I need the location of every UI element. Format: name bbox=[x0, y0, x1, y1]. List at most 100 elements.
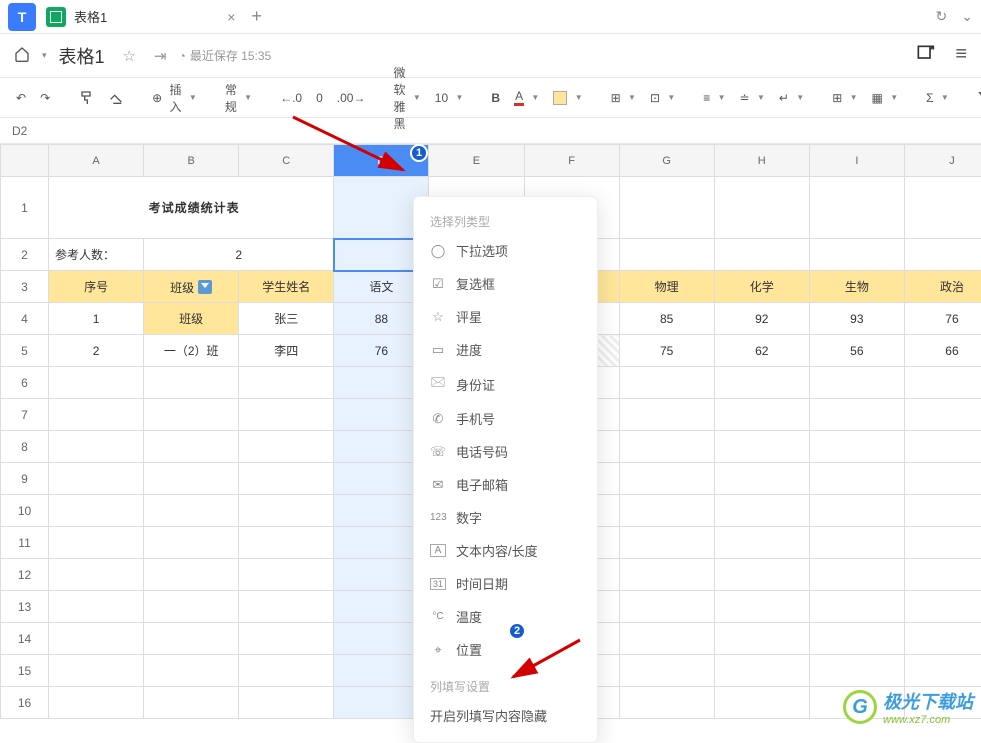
cell-H4[interactable]: 92 bbox=[714, 303, 809, 335]
row-num-4[interactable]: 4 bbox=[1, 303, 49, 335]
col-header-I[interactable]: I bbox=[809, 145, 904, 177]
tab-close-button[interactable]: × bbox=[227, 9, 235, 25]
cell-G4[interactable]: 85 bbox=[619, 303, 714, 335]
wrap-button[interactable]: ↵ ▼ bbox=[775, 89, 808, 107]
location-icon: ⌖ bbox=[430, 642, 446, 658]
hdr-name[interactable]: 学生姓名 bbox=[239, 271, 334, 303]
doc-name[interactable]: 表格1 bbox=[59, 43, 105, 69]
star-icon[interactable]: ☆ bbox=[123, 47, 136, 65]
filter-button[interactable]: ▼ bbox=[973, 88, 981, 108]
caret-down-icon[interactable]: ⌄ bbox=[961, 8, 973, 25]
col-header-H[interactable]: H bbox=[714, 145, 809, 177]
phone-icon: ☏ bbox=[430, 444, 446, 460]
col-header-A[interactable]: A bbox=[49, 145, 144, 177]
cell-A5[interactable]: 2 bbox=[49, 335, 144, 367]
sum-button[interactable]: Σ ▼ bbox=[922, 89, 953, 107]
cell-I5[interactable]: 56 bbox=[809, 335, 904, 367]
clear-format-button[interactable] bbox=[104, 88, 128, 108]
dropdown-select-icon: ◯ bbox=[430, 243, 446, 259]
menu-item-number[interactable]: 123数字 bbox=[414, 501, 597, 534]
decimal-increase[interactable]: .00→ bbox=[333, 89, 370, 107]
cell-B2[interactable]: 2 bbox=[144, 239, 334, 271]
menu-item-hide-content[interactable]: 开启列填写内容隐藏 bbox=[414, 699, 597, 732]
col-header-J[interactable]: J bbox=[904, 145, 981, 177]
border-button[interactable]: ⊞ ▼ bbox=[607, 89, 640, 107]
hamburger-menu-icon[interactable]: ≡ bbox=[955, 43, 967, 68]
number-format-select[interactable]: 常规 ▼ bbox=[221, 79, 256, 117]
filter-icon[interactable] bbox=[198, 280, 212, 294]
menu-item-text[interactable]: A文本内容/长度 bbox=[414, 534, 597, 567]
menu-item-checkbox[interactable]: ☑复选框 bbox=[414, 267, 597, 300]
menu-item-rating[interactable]: ☆评星 bbox=[414, 300, 597, 333]
cell-A4[interactable]: 1 bbox=[49, 303, 144, 335]
menu-item-dropdown-select[interactable]: ◯下拉选项 bbox=[414, 234, 597, 267]
hdr-seq[interactable]: 序号 bbox=[49, 271, 144, 303]
hdr-chemistry[interactable]: 化学 bbox=[714, 271, 809, 303]
cell-H5[interactable]: 62 bbox=[714, 335, 809, 367]
menu-item-mobile[interactable]: ✆手机号 bbox=[414, 402, 597, 435]
watermark-text-1: 极光下载站 bbox=[883, 688, 973, 714]
merge-button[interactable]: ⊡ ▼ bbox=[646, 89, 679, 107]
tab-title[interactable]: 表格1 bbox=[74, 7, 107, 26]
cell-C5[interactable]: 李四 bbox=[239, 335, 334, 367]
home-icon[interactable] bbox=[14, 46, 30, 65]
sheet-doc-icon bbox=[46, 7, 66, 27]
select-all-corner[interactable] bbox=[1, 145, 49, 177]
col-header-F[interactable]: F bbox=[524, 145, 619, 177]
row-num-2[interactable]: 2 bbox=[1, 239, 49, 271]
hdr-biology[interactable]: 生物 bbox=[809, 271, 904, 303]
insert-button[interactable]: ⊕ 插入 ▼ bbox=[148, 79, 201, 117]
share-icon[interactable] bbox=[915, 43, 935, 68]
font-size-select[interactable]: 10 ▼ bbox=[431, 89, 468, 107]
refresh-icon[interactable]: ↻ bbox=[936, 8, 948, 25]
cell-J5[interactable]: 66 bbox=[904, 335, 981, 367]
menu-item-location[interactable]: ⌖位置 bbox=[414, 633, 597, 666]
cell-A2[interactable]: 参考人数： bbox=[49, 239, 144, 271]
menu-item-idcard[interactable]: 🖂身份证 bbox=[414, 366, 597, 402]
cell-B4[interactable]: 班级 bbox=[144, 303, 239, 335]
font-family-select[interactable]: 微软雅黑 ▼ bbox=[389, 62, 424, 134]
save-time-text: 最近保存 15:35 bbox=[190, 47, 271, 64]
menu-item-phone[interactable]: ☏电话号码 bbox=[414, 435, 597, 468]
row-num-1[interactable]: 1 bbox=[1, 177, 49, 239]
tab-add-button[interactable]: + bbox=[251, 6, 262, 27]
cell-format-button[interactable]: ▦ ▼ bbox=[868, 89, 903, 107]
active-cell-ref[interactable]: D2 bbox=[12, 124, 72, 138]
v-align-button[interactable]: ≐ ▼ bbox=[736, 89, 769, 107]
menu-item-temperature[interactable]: °C温度 bbox=[414, 600, 597, 633]
annotation-marker-1: 1 bbox=[410, 144, 428, 162]
sheet-title-cell[interactable]: 考试成绩统计表 bbox=[49, 177, 334, 239]
id-card-icon: 🖂 bbox=[430, 373, 446, 395]
h-align-button[interactable]: ≡ ▼ bbox=[699, 89, 729, 107]
col-header-B[interactable]: B bbox=[144, 145, 239, 177]
col-header-E[interactable]: E bbox=[429, 145, 524, 177]
home-caret[interactable]: ▾ bbox=[42, 50, 47, 61]
move-folder-icon[interactable]: ⇥ bbox=[154, 47, 167, 65]
bold-button[interactable]: B bbox=[487, 89, 504, 107]
freeze-button[interactable]: ⊞ ▼ bbox=[828, 89, 861, 107]
row-num-3[interactable]: 3 bbox=[1, 271, 49, 303]
cell-C4[interactable]: 张三 bbox=[239, 303, 334, 335]
format-painter-button[interactable] bbox=[74, 88, 98, 108]
decimal-decrease[interactable]: ←.0 bbox=[276, 89, 306, 107]
hdr-politics[interactable]: 政治 bbox=[904, 271, 981, 303]
undo-button[interactable]: ↶ bbox=[12, 89, 30, 107]
progress-icon: ▭ bbox=[430, 342, 446, 358]
menu-item-email[interactable]: ✉电子邮箱 bbox=[414, 468, 597, 501]
menu-item-progress[interactable]: ▭进度 bbox=[414, 333, 597, 366]
hdr-class[interactable]: 班级 bbox=[144, 271, 239, 303]
cell-J4[interactable]: 76 bbox=[904, 303, 981, 335]
cell-I4[interactable]: 93 bbox=[809, 303, 904, 335]
col-header-G[interactable]: G bbox=[619, 145, 714, 177]
text-color-button[interactable]: A ▼ bbox=[510, 87, 543, 108]
fill-color-button[interactable]: ▼ bbox=[549, 89, 586, 107]
hdr-physics[interactable]: 物理 bbox=[619, 271, 714, 303]
redo-button[interactable]: ↷ bbox=[36, 89, 54, 107]
col-header-C[interactable]: C bbox=[239, 145, 334, 177]
cell-B5[interactable]: 一（2）班 bbox=[144, 335, 239, 367]
app-logo: T bbox=[8, 3, 36, 31]
cell-G5[interactable]: 75 bbox=[619, 335, 714, 367]
annotation-marker-2: 2 bbox=[508, 622, 526, 640]
row-num-5[interactable]: 5 bbox=[1, 335, 49, 367]
menu-item-date[interactable]: 31时间日期 bbox=[414, 567, 597, 600]
